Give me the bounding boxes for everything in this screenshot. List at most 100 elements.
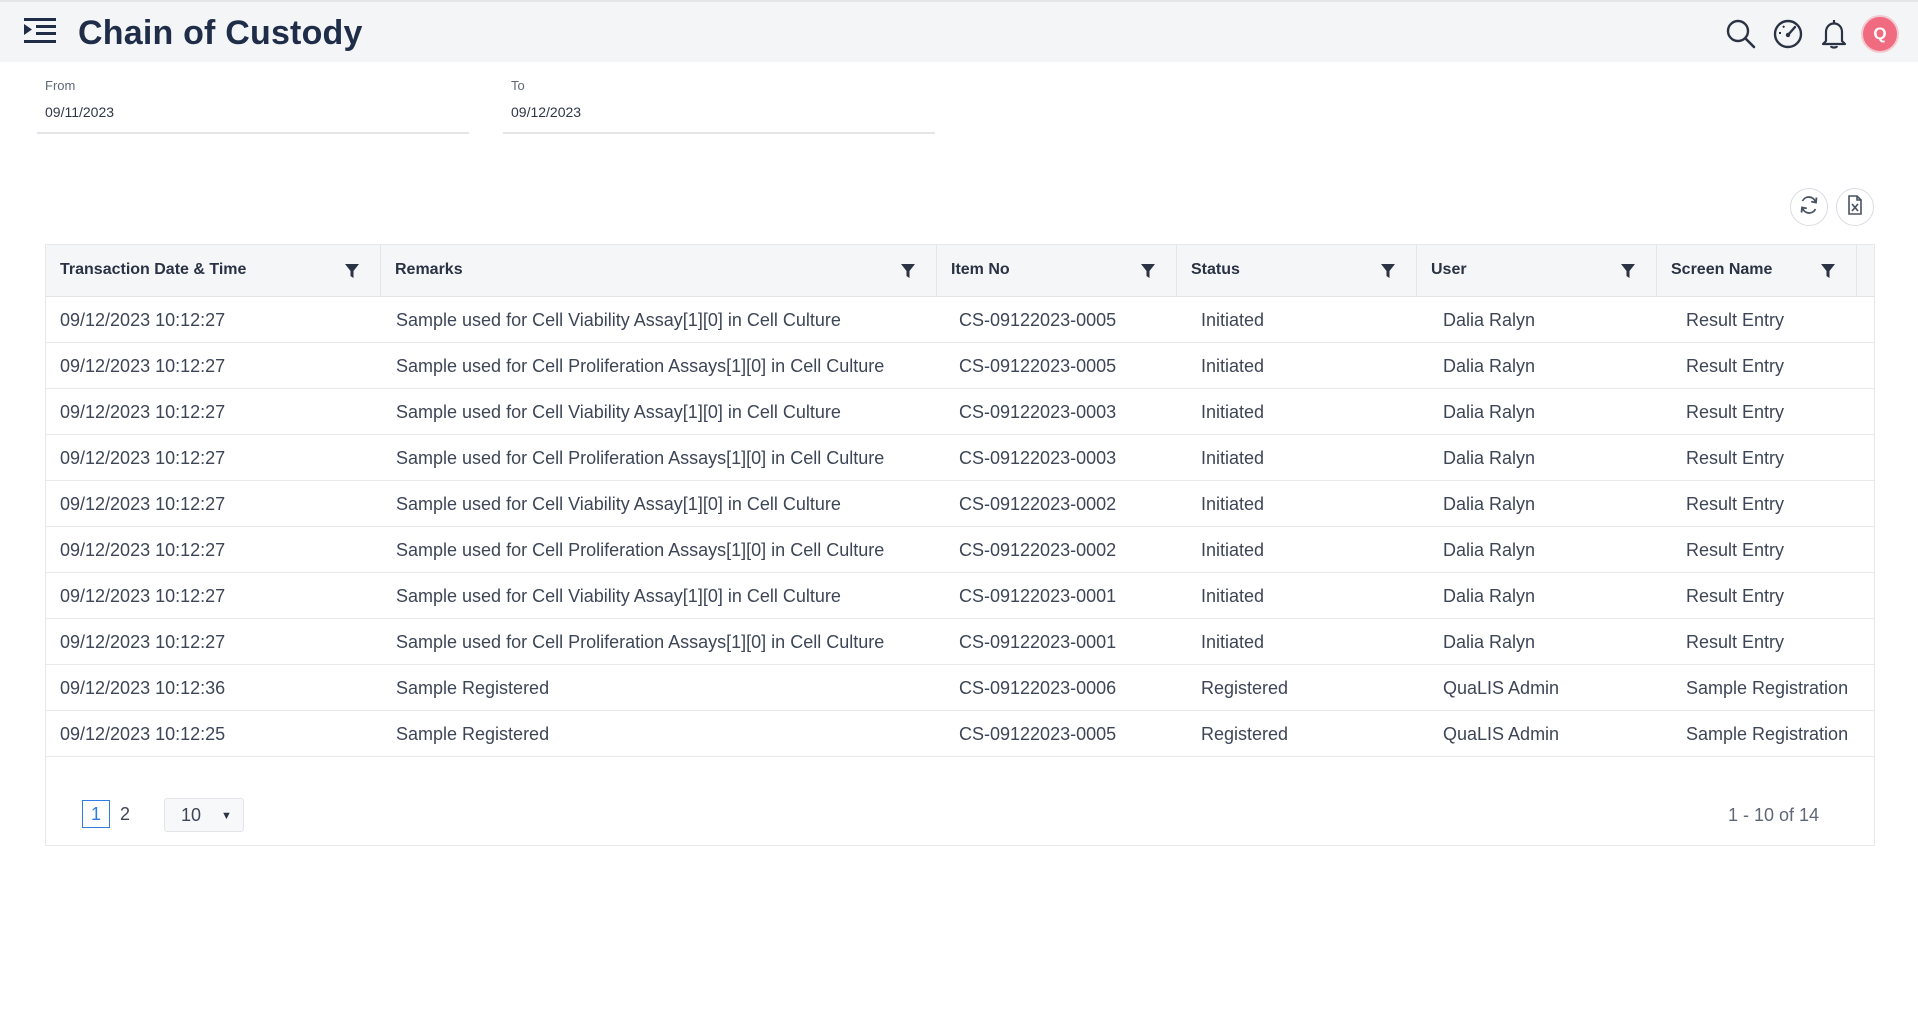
cell-status: Initiated — [1201, 540, 1265, 560]
table-row[interactable]: 09/12/2023 10:12:27 Sample used for Cell … — [46, 573, 1874, 619]
cell-user: Dalia Ralyn — [1443, 310, 1536, 330]
table-row[interactable]: 09/12/2023 10:12:27 Sample used for Cell … — [46, 297, 1874, 343]
cell-status: Initiated — [1201, 310, 1265, 330]
cell-item-no: CS-09122023-0001 — [959, 586, 1117, 606]
table-row[interactable]: 09/12/2023 10:12:25 Sample Registered CS-0… — [46, 711, 1874, 757]
column-header-user[interactable]: User — [1417, 245, 1657, 297]
table-row[interactable]: 09/12/2023 10:12:27 Sample used for Cell … — [46, 481, 1874, 527]
cell-transaction-date: 09/12/2023 10:12:27 — [60, 494, 226, 514]
cell-screen-name: Result Entry — [1686, 586, 1785, 606]
cell-user: QuaLIS Admin — [1443, 678, 1560, 698]
cell-item-no: CS-09122023-0003 — [959, 448, 1117, 468]
table-row[interactable]: 09/12/2023 10:12:27 Sample used for Cell … — [46, 619, 1874, 665]
cell-user: QuaLIS Admin — [1443, 724, 1560, 744]
grid-header: Transaction Date & Time Remarks Item No … — [46, 245, 1874, 297]
cell-screen-name: Result Entry — [1686, 310, 1785, 330]
cell-user: Dalia Ralyn — [1443, 632, 1536, 652]
from-date-input[interactable] — [45, 104, 445, 120]
avatar[interactable]: Q — [1861, 15, 1899, 53]
column-header-label: Transaction Date & Time — [60, 261, 247, 278]
page-title: Chain of Custody — [78, 14, 363, 52]
table-row[interactable]: 09/12/2023 10:12:36 Sample Registered CS-0… — [46, 665, 1874, 711]
filter-icon[interactable] — [1819, 262, 1837, 280]
to-date-field[interactable]: To — [503, 76, 935, 134]
filter-icon[interactable] — [343, 262, 361, 280]
cell-remarks: Sample Registered — [396, 678, 550, 698]
filter-icon[interactable] — [1139, 262, 1157, 280]
cell-transaction-date: 09/12/2023 10:12:27 — [60, 586, 226, 606]
cell-item-no: CS-09122023-0005 — [959, 356, 1117, 376]
column-header-label: Status — [1191, 261, 1240, 278]
custody-grid: Transaction Date & Time Remarks Item No … — [45, 244, 1875, 846]
cell-transaction-date: 09/12/2023 10:12:36 — [60, 678, 226, 698]
app-header: Chain of Custody Q — [0, 0, 1918, 62]
column-header-screen-name[interactable]: Screen Name — [1657, 245, 1857, 297]
from-date-field[interactable]: From — [37, 76, 469, 134]
cell-remarks: Sample used for Cell Proliferation Assay… — [396, 540, 885, 560]
column-header-transaction-date[interactable]: Transaction Date & Time — [46, 245, 381, 297]
cell-screen-name: Result Entry — [1686, 632, 1785, 652]
cell-status: Registered — [1201, 724, 1289, 744]
column-header-remarks[interactable]: Remarks — [381, 245, 937, 297]
column-header-label: User — [1431, 261, 1467, 278]
page-size-select[interactable]: 10 ▼ — [164, 798, 244, 832]
filter-icon[interactable] — [899, 262, 917, 280]
cell-remarks: Sample used for Cell Proliferation Assay… — [396, 632, 885, 652]
column-header-status[interactable]: Status — [1177, 245, 1417, 297]
cell-remarks: Sample used for Cell Proliferation Assay… — [396, 448, 885, 468]
chevron-down-icon: ▼ — [221, 810, 232, 822]
cell-status: Initiated — [1201, 632, 1265, 652]
cell-transaction-date: 09/12/2023 10:12:27 — [60, 448, 226, 468]
cell-transaction-date: 09/12/2023 10:12:27 — [60, 540, 226, 560]
cell-user: Dalia Ralyn — [1443, 402, 1536, 422]
cell-user: Dalia Ralyn — [1443, 540, 1536, 560]
cell-remarks: Sample used for Cell Viability Assay[1][… — [396, 310, 841, 330]
table-row[interactable]: 09/12/2023 10:12:27 Sample used for Cell … — [46, 343, 1874, 389]
cell-transaction-date: 09/12/2023 10:12:27 — [60, 632, 226, 652]
speedometer-icon[interactable] — [1771, 17, 1805, 51]
cell-status: Registered — [1201, 678, 1289, 698]
cell-screen-name: Result Entry — [1686, 448, 1785, 468]
column-header-label: Item No — [951, 261, 1010, 278]
cell-item-no: CS-09122023-0006 — [959, 678, 1117, 698]
filter-icon[interactable] — [1379, 262, 1397, 280]
table-row[interactable]: 09/12/2023 10:12:27 Sample used for Cell … — [46, 527, 1874, 573]
cell-screen-name: Result Entry — [1686, 494, 1785, 514]
cell-user: Dalia Ralyn — [1443, 448, 1536, 468]
cell-item-no: CS-09122023-0002 — [959, 494, 1117, 514]
to-date-input[interactable] — [511, 104, 911, 120]
export-excel-button[interactable] — [1836, 188, 1874, 226]
cell-user: Dalia Ralyn — [1443, 494, 1536, 514]
cell-remarks: Sample Registered — [396, 724, 550, 744]
page-size-value: 10 — [181, 805, 202, 825]
page-info: 1 - 10 of 14 — [1728, 805, 1820, 825]
cell-screen-name: Sample Registration — [1686, 678, 1849, 698]
refresh-icon — [1798, 194, 1820, 221]
cell-status: Initiated — [1201, 402, 1265, 422]
pager: 1 2 10 ▼ 1 - 10 of 14 — [46, 785, 1874, 845]
page-button-2[interactable]: 2 — [111, 800, 139, 828]
excel-export-icon — [1844, 194, 1866, 221]
cell-screen-name: Result Entry — [1686, 356, 1785, 376]
column-header-label: Remarks — [395, 261, 463, 278]
search-icon[interactable] — [1724, 17, 1758, 51]
cell-screen-name: Result Entry — [1686, 402, 1785, 422]
cell-user: Dalia Ralyn — [1443, 356, 1536, 376]
cell-remarks: Sample used for Cell Viability Assay[1][… — [396, 494, 841, 514]
cell-user: Dalia Ralyn — [1443, 586, 1536, 606]
cell-transaction-date: 09/12/2023 10:12:25 — [60, 724, 226, 744]
table-row[interactable]: 09/12/2023 10:12:27 Sample used for Cell … — [46, 389, 1874, 435]
cell-transaction-date: 09/12/2023 10:12:27 — [60, 402, 226, 422]
menu-toggle-icon[interactable] — [22, 16, 58, 46]
column-header-item-no[interactable]: Item No — [937, 245, 1177, 297]
cell-item-no: CS-09122023-0005 — [959, 310, 1117, 330]
page-button-1[interactable]: 1 — [82, 800, 110, 828]
cell-remarks: Sample used for Cell Viability Assay[1][… — [396, 402, 841, 422]
column-header-label: Screen Name — [1671, 261, 1773, 278]
filter-icon[interactable] — [1619, 262, 1637, 280]
bell-icon[interactable] — [1817, 17, 1851, 51]
cell-item-no: CS-09122023-0002 — [959, 540, 1117, 560]
refresh-button[interactable] — [1790, 188, 1828, 226]
cell-status: Initiated — [1201, 356, 1265, 376]
table-row[interactable]: 09/12/2023 10:12:27 Sample used for Cell … — [46, 435, 1874, 481]
